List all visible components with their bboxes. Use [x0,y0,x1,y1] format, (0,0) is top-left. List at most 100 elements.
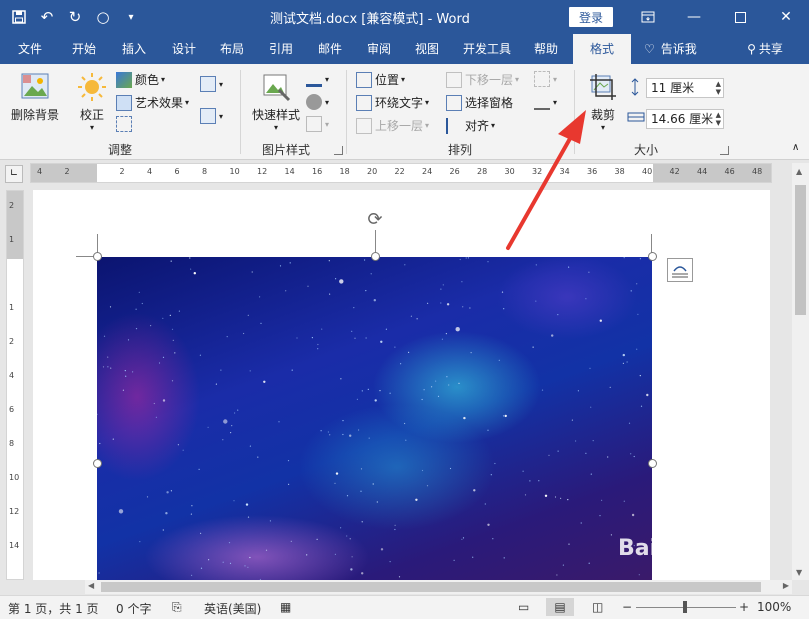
horizontal-scrollbar[interactable]: ◀ ▶ [85,580,792,594]
tab-tell-me[interactable]: ♡ 告诉我 [640,34,710,64]
tab-help[interactable]: 帮助 [524,34,568,64]
resize-handle[interactable] [371,252,380,261]
login-button[interactable]: 登录 [569,7,613,27]
star [623,257,625,259]
scroll-down-icon[interactable]: ▼ [796,568,802,577]
tab-insert[interactable]: 插入 [112,34,156,64]
corrections-button[interactable]: 校正 ▾ [74,72,110,132]
star [562,564,564,566]
proofing-icon[interactable]: ⎘ [172,600,182,615]
word-count[interactable]: 0 个字 [116,600,151,617]
star [285,290,287,292]
read-mode-icon[interactable]: ▭ [518,600,529,614]
tab-format[interactable]: 格式 [573,34,631,64]
ruler-tick-label: 1 [9,303,15,312]
web-layout-icon[interactable]: ◫ [592,600,603,614]
page-count[interactable]: 第 1 页，共 1 页 [8,600,99,617]
chevron-down-icon: ▾ [219,111,224,121]
spinner-icon[interactable]: ▲ ▼ [716,111,721,127]
star [249,445,251,447]
collapse-ribbon-icon[interactable]: ∧ [792,142,799,153]
tab-home[interactable]: 开始 [62,34,106,64]
arrange-group-label: 排列 [447,143,472,157]
picture-layout-button[interactable]: ▾ [306,116,329,132]
resize-handle[interactable] [648,459,657,468]
zoom-in-icon[interactable]: + [739,600,749,614]
scroll-right-icon[interactable]: ▶ [783,581,789,590]
star [431,386,433,388]
picture-styles-dialog-icon[interactable] [334,146,343,155]
spinner-icon[interactable]: ▲ ▼ [716,80,721,96]
transparency-button[interactable] [116,116,135,132]
resize-handle[interactable] [93,252,102,261]
wrap-text-button[interactable]: 环绕文字 ▾ [356,94,429,111]
quick-styles-button[interactable]: 快速样式 ▾ [248,72,304,132]
undo-icon[interactable]: ↶ [36,6,58,28]
zoom-out-icon[interactable]: − [622,600,632,614]
star [226,336,228,338]
star [335,472,339,475]
picture-effects-button[interactable]: ▾ [306,94,329,110]
scroll-left-icon[interactable]: ◀ [88,581,94,590]
tab-view[interactable]: 视图 [405,34,449,64]
shape-icon[interactable]: ○ [92,6,114,28]
tab-mailings[interactable]: 邮件 [308,34,352,64]
resize-handle[interactable] [648,252,657,261]
scroll-up-icon[interactable]: ▲ [796,167,802,176]
align-button[interactable]: 对齐 ▾ [446,117,495,134]
rotate-handle-icon[interactable]: ⟳ [365,210,385,230]
close-icon[interactable]: ✕ [763,0,809,34]
print-layout-icon[interactable]: ▤ [546,598,574,616]
zoom-slider-thumb[interactable] [683,601,687,613]
star [296,337,298,339]
bring-forward-label: 上移一层 [375,119,424,133]
size-dialog-icon[interactable] [720,146,729,155]
customize-icon[interactable]: ▾ [120,6,142,28]
starry-sky-image[interactable] [97,257,652,580]
macro-icon[interactable]: ▦ [280,600,291,614]
minimize-icon[interactable]: — [671,0,717,34]
tab-references[interactable]: 引用 [259,34,303,64]
picture-border-button[interactable]: ▾ [306,71,329,87]
vertical-scrollbar[interactable]: ▲ ▼ [792,163,809,580]
scroll-thumb[interactable] [101,582,761,592]
share-button[interactable]: ⚲ 共享 [735,34,795,64]
bring-forward-button[interactable]: 上移一层 ▾ [356,117,429,134]
layout-options-button[interactable] [667,258,693,282]
resize-handle[interactable] [93,459,102,468]
send-backward-button[interactable]: 下移一层 ▾ [446,71,519,88]
remove-background-button[interactable]: 删除背景 [6,72,64,123]
tab-layout[interactable]: 布局 [210,34,254,64]
height-input[interactable]: 11 厘米 ▲ ▼ [646,78,724,98]
star [249,556,251,559]
star [257,456,259,458]
star [557,314,559,316]
star [374,399,377,402]
tab-design[interactable]: 设计 [162,34,206,64]
horizontal-ruler[interactable]: 4 2 2 4 6 8 10 12 14 16 18 20 22 24 26 28 30 32 34 36 38 40 42… [30,163,772,183]
color-button[interactable]: 颜色 ▾ [116,71,165,88]
save-icon[interactable] [8,6,30,28]
redo-icon[interactable]: ↻ [64,6,86,28]
width-input[interactable]: 14.66 厘米 ▲ ▼ [646,109,724,129]
position-button[interactable]: 位置 ▾ [356,71,405,88]
artistic-effects-button[interactable]: 艺术效果 ▾ [116,94,189,111]
star [317,348,319,350]
star [405,439,407,441]
tab-file[interactable]: 文件 [10,34,50,64]
ribbon-display-icon[interactable] [625,0,671,34]
vertical-ruler[interactable]: 2 1 1 2 4 6 8 10 12 14 [6,190,24,580]
zoom-level[interactable]: 100% [757,600,791,614]
tab-review[interactable]: 审阅 [357,34,401,64]
reset-picture-button[interactable]: ▾ [200,108,223,124]
ruler-tick-label: 46 [724,167,735,176]
language[interactable]: 英语(美国) [204,600,261,617]
compress-pictures-button[interactable]: ▾ [200,76,223,92]
tab-selector[interactable]: ∟ [5,165,23,183]
maximize-icon[interactable] [717,0,763,34]
tab-developer[interactable]: 开发工具 [456,34,518,64]
scroll-thumb[interactable] [795,185,806,315]
chevron-down-icon: ▾ [515,75,520,84]
ruler-tick-label: 4 [147,167,153,176]
group-button[interactable]: ▾ [534,71,557,87]
